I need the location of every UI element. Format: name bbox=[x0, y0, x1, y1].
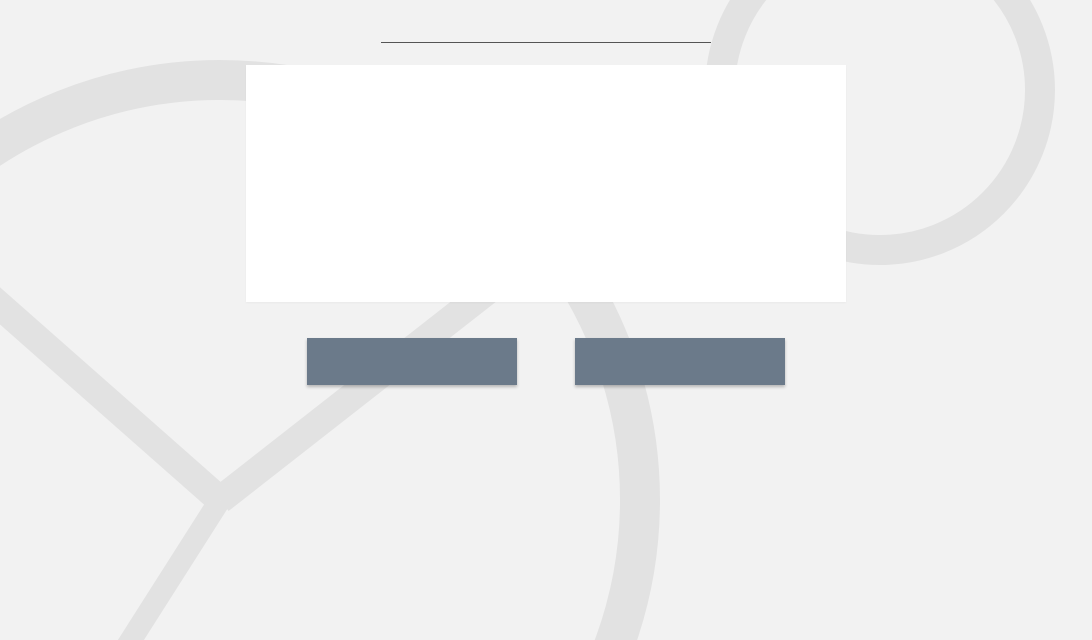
chart-card bbox=[246, 65, 846, 302]
chart-svg bbox=[266, 101, 726, 281]
button-row bbox=[0, 338, 1092, 385]
process-sample-button[interactable] bbox=[575, 338, 785, 385]
upload-file-button[interactable] bbox=[307, 338, 517, 385]
chart-plot bbox=[266, 101, 726, 286]
title-underline bbox=[381, 42, 711, 43]
